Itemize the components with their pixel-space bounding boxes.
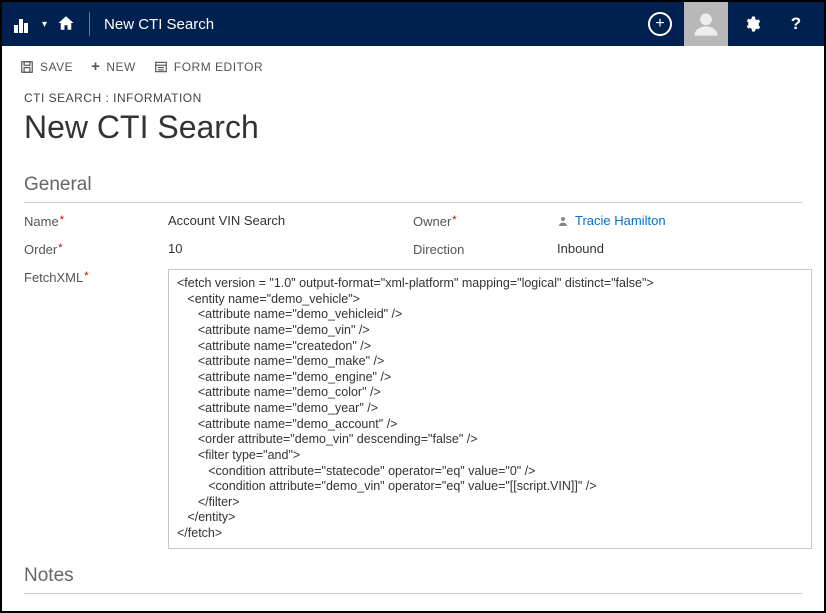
- breadcrumb: CTI SEARCH : INFORMATION: [24, 91, 802, 105]
- avatar[interactable]: [684, 2, 728, 46]
- settings-button[interactable]: [732, 2, 772, 46]
- plus-icon: +: [91, 58, 100, 75]
- top-nav: ▾ New CTI Search + ?: [2, 2, 824, 46]
- order-label: Order*: [24, 241, 168, 257]
- section-general: General: [24, 174, 802, 203]
- owner-label: Owner*: [413, 213, 557, 229]
- section-notes: Notes: [24, 565, 802, 594]
- order-field[interactable]: 10: [168, 241, 413, 256]
- content-area: CTI SEARCH : INFORMATION New CTI Search …: [2, 85, 824, 594]
- new-button[interactable]: + NEW: [91, 58, 136, 75]
- top-nav-right: + ?: [640, 2, 816, 46]
- record-title: New CTI Search: [24, 109, 802, 146]
- help-button[interactable]: ?: [776, 2, 816, 46]
- app-logo-icon[interactable]: [14, 15, 32, 33]
- name-field[interactable]: Account VIN Search: [168, 213, 413, 228]
- command-bar: SAVE + NEW FORM EDITOR: [2, 46, 824, 85]
- page-title: New CTI Search: [104, 16, 214, 33]
- save-button[interactable]: SAVE: [20, 60, 73, 74]
- fetchxml-field[interactable]: <fetch version = "1.0" output-format="xm…: [168, 269, 812, 549]
- direction-label: Direction: [413, 241, 557, 257]
- owner-link[interactable]: Tracie Hamilton: [575, 213, 666, 228]
- owner-field[interactable]: Tracie Hamilton: [557, 213, 802, 228]
- chevron-down-icon[interactable]: ▾: [42, 19, 47, 30]
- top-nav-left: ▾ New CTI Search: [14, 12, 640, 36]
- person-icon: [557, 215, 569, 227]
- save-label: SAVE: [40, 60, 73, 74]
- name-label: Name*: [24, 213, 168, 229]
- home-icon[interactable]: [57, 14, 75, 35]
- nav-divider: [89, 12, 90, 36]
- form-editor-button[interactable]: FORM EDITOR: [154, 60, 263, 74]
- form-editor-label: FORM EDITOR: [174, 60, 263, 74]
- direction-field[interactable]: Inbound: [557, 241, 802, 256]
- new-label: NEW: [106, 60, 136, 74]
- add-button[interactable]: +: [640, 2, 680, 46]
- fetchxml-label: FetchXML*: [24, 269, 168, 549]
